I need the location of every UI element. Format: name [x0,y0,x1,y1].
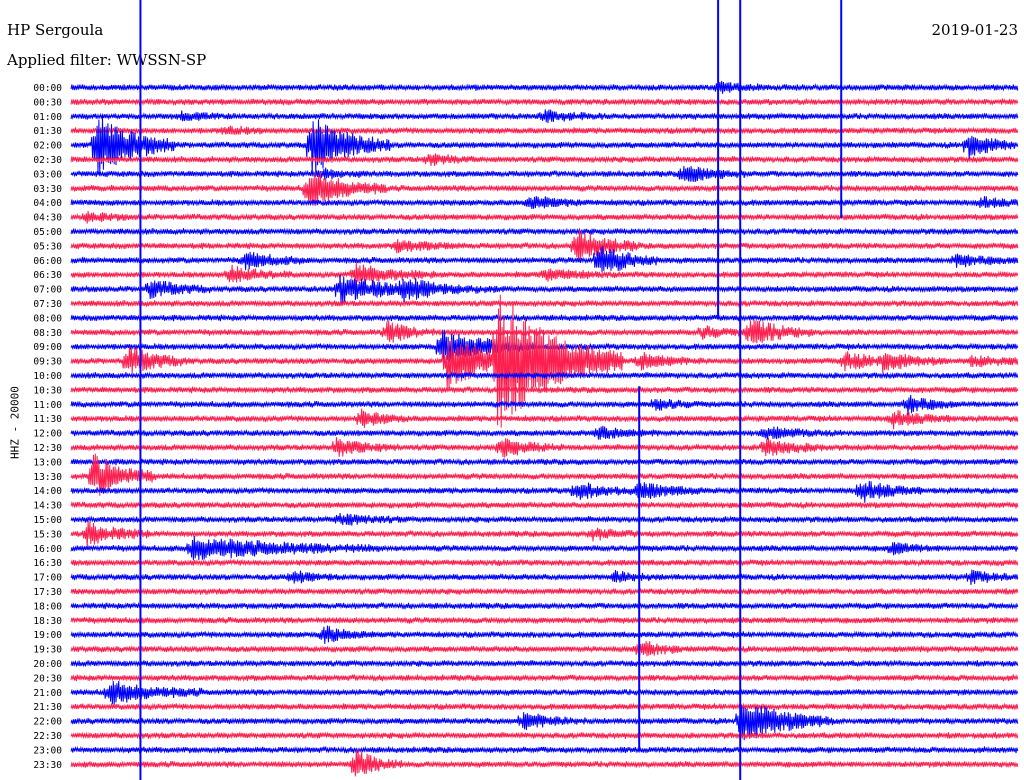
row-time-label: 23:00 [33,745,62,756]
trace-line [70,457,1019,467]
trace-line [70,601,1019,611]
row-time-label: 14:30 [33,501,62,512]
trace-line [70,425,1019,440]
row-time-label: 13:30 [33,472,62,483]
row-time-label: 05:30 [33,241,62,252]
trace-line [70,262,1019,289]
trace-line [70,230,1019,262]
row-time-label: 15:30 [33,529,62,540]
trace-line [70,196,1019,210]
trace-line [70,480,1019,503]
helicorder-chart: 00:00 00:30 01:00 01:30 02:00 02:30 03:00 03:30… [33,0,1019,780]
row-time-label: 06:00 [33,256,62,267]
trace-line [70,109,1019,124]
row-time-label: 19:00 [33,630,62,641]
trace-line [70,558,1019,568]
trace-line [70,500,1019,510]
row-time-label: 04:30 [33,213,62,224]
row-time-label: 07:00 [33,285,62,296]
trace-line [70,616,1019,625]
trace-line [70,673,1019,683]
trace-line [70,97,1019,107]
trace-line [70,659,1019,668]
row-time-label: 16:00 [33,544,62,555]
row-time-label: 01:30 [33,126,62,137]
row-time-label: 02:30 [33,155,62,166]
row-time-label: 17:30 [33,587,62,598]
trace-line [70,210,1019,224]
row-time-label: 19:30 [33,645,62,656]
trace-line [70,125,1019,135]
trace-line [70,437,1019,458]
row-time-label: 14:00 [33,486,62,497]
row-time-label: 18:30 [33,616,62,627]
trace-line [70,319,1019,344]
row-time-label: 04:00 [33,198,62,209]
trace-line [70,680,1019,705]
trace-line [70,394,1019,416]
trace-line [70,745,1019,755]
row-time-label: 03:30 [33,184,62,195]
row-time-label: 12:00 [33,429,62,440]
row-time-label: 10:00 [33,371,62,382]
row-time-label: 15:00 [33,515,62,526]
trace-line [70,299,1019,308]
row-time-label: 20:30 [33,673,62,684]
trace-line [70,80,1019,94]
row-time-label: 17:00 [33,573,62,584]
trace-line [70,313,1019,323]
row-time-label: 06:30 [33,270,62,281]
row-time-label: 16:30 [33,558,62,569]
trace-line [70,587,1019,596]
trace-line [70,408,1019,430]
trace-line [70,294,1019,428]
row-time-label: 02:00 [33,141,62,152]
trace-line [70,625,1019,644]
trace-line [70,535,1019,561]
row-time-label: 00:00 [33,83,62,94]
row-time-label: 03:00 [33,169,62,180]
row-time-label: 09:00 [33,342,62,353]
row-time-label: 12:30 [33,443,62,454]
row-time-label: 01:00 [33,112,62,123]
trace-line [70,165,1019,183]
row-time-label: 11:00 [33,400,62,411]
row-time-label: 22:00 [33,717,62,728]
row-time-label: 05:00 [33,227,62,238]
row-time-label: 09:30 [33,357,62,368]
row-time-label: 07:30 [33,299,62,310]
trace-line [70,569,1019,585]
trace-line [70,227,1019,236]
row-time-label: 00:30 [33,97,62,108]
row-time-label: 11:30 [33,414,62,425]
trace-line [70,274,1019,304]
trace-line [70,521,1019,549]
row-time-label: 21:00 [33,688,62,699]
trace-line [70,116,1019,177]
trace-line [70,702,1019,712]
trace-line [70,246,1019,273]
row-time-label: 23:30 [33,760,62,771]
trace-line [70,512,1019,526]
row-time-label: 13:00 [33,457,62,468]
trace-line [70,749,1019,777]
trace-line [70,641,1019,657]
row-time-label: 21:30 [33,702,62,713]
row-time-label: 08:30 [33,328,62,339]
row-time-label: 08:00 [33,313,62,324]
trace-line [70,153,1019,167]
row-time-label: 18:00 [33,601,62,612]
trace-line [70,731,1019,740]
row-time-label: 22:30 [33,731,62,742]
row-time-label: 20:00 [33,659,62,670]
row-time-label: 10:30 [33,385,62,396]
